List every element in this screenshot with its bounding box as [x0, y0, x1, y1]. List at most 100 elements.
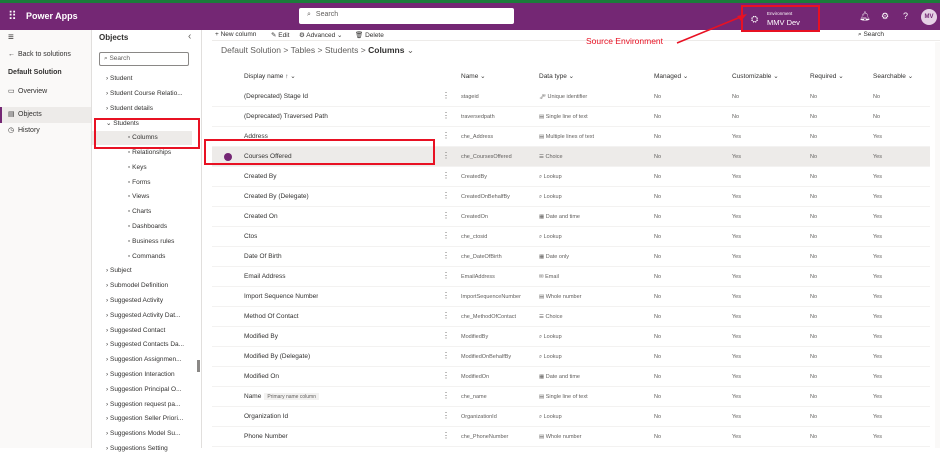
table-row[interactable]: Modified On ⋮ ModifiedOn ▦ Date and time No Y…	[212, 367, 930, 387]
hamburger-icon[interactable]: ≡	[8, 32, 14, 43]
tree-item[interactable]: ▫ Business rules	[92, 235, 192, 249]
col-managed[interactable]: Managed ⌄	[654, 72, 688, 80]
breadcrumb-tables[interactable]: Tables	[291, 45, 316, 55]
gear-icon[interactable]: ⚙	[881, 11, 889, 22]
tree-item[interactable]: › Suggested Activity Dat...	[92, 309, 192, 323]
cell-display-name[interactable]: Created By	[244, 173, 277, 180]
tree-item[interactable]: › Suggestion Seller Priori...	[92, 412, 192, 426]
col-display-name[interactable]: Display name ↑ ⌄	[244, 72, 296, 80]
col-required[interactable]: Required ⌄	[810, 72, 844, 80]
new-column-button[interactable]: + New column	[215, 31, 256, 38]
table-row[interactable]: Date Of Birth ⋮ che_DateOfBirth ▦ Date only…	[212, 247, 930, 267]
table-row[interactable]: Import Sequence Number ⋮ ImportSequenceNum…	[212, 287, 930, 307]
more-options-icon[interactable]: ⋮	[442, 251, 450, 260]
col-customizable[interactable]: Customizable ⌄	[732, 72, 779, 80]
tree-item[interactable]: › Suggestions Setting	[92, 442, 192, 456]
table-row[interactable]: Name Primary name column ⋮ che_name ▤ Single…	[212, 387, 930, 407]
cell-display-name[interactable]: Created By (Delegate)	[244, 193, 309, 200]
tree-item[interactable]: › Student	[92, 72, 192, 86]
tree-item[interactable]: › Subject	[92, 264, 192, 278]
more-options-icon[interactable]: ⋮	[442, 91, 450, 100]
cell-display-name[interactable]: Modified By	[244, 333, 278, 340]
advanced-button[interactable]: ⚙ Advanced ⌄	[299, 31, 342, 39]
delete-button[interactable]: 🗑︎ Delete	[355, 31, 384, 39]
app-launcher-icon[interactable]: ⠿	[8, 9, 17, 23]
more-options-icon[interactable]: ⋮	[442, 331, 450, 340]
cell-display-name[interactable]: Organization Id	[244, 413, 288, 420]
col-searchable[interactable]: Searchable ⌄	[873, 72, 913, 80]
tree-item[interactable]: ▫ Keys	[92, 161, 192, 175]
more-options-icon[interactable]: ⋮	[442, 371, 450, 380]
help-icon[interactable]: ?	[903, 11, 908, 21]
objects-search-input[interactable]: ⌕ Search	[99, 52, 189, 66]
nav-history[interactable]: ◷ History	[8, 126, 40, 134]
table-row[interactable]: (Deprecated) Stage Id ⋮ stageid 🗝 Unique id…	[212, 87, 930, 107]
breadcrumb-solution[interactable]: Default Solution	[221, 45, 281, 55]
cell-display-name[interactable]: Date Of Birth	[244, 253, 282, 260]
more-options-icon[interactable]: ⋮	[442, 191, 450, 200]
cell-display-name[interactable]: Ctos	[244, 233, 257, 240]
tree-item[interactable]: ▫ Commands	[92, 250, 192, 264]
tree-item[interactable]: ▫ Charts	[92, 205, 192, 219]
objects-scrollbar[interactable]	[197, 360, 200, 372]
table-row[interactable]: Ctos ⋮ che_ctosid ⌕ Lookup No Yes No Yes	[212, 227, 930, 247]
bell-icon[interactable]: 🔔︎	[859, 11, 870, 22]
tree-item[interactable]: ▫ Forms	[92, 176, 192, 190]
table-row[interactable]: (Deprecated) Traversed Path ⋮ traversedpat…	[212, 107, 930, 127]
more-options-icon[interactable]: ⋮	[442, 231, 450, 240]
global-search-input[interactable]: ⌕ Search	[299, 8, 514, 24]
collapse-panel-icon[interactable]: ‹	[188, 31, 191, 42]
tree-item[interactable]: ▫ Dashboards	[92, 220, 192, 234]
cell-display-name[interactable]: Import Sequence Number	[244, 293, 318, 300]
more-options-icon[interactable]: ⋮	[442, 431, 450, 440]
command-search[interactable]: ⌕ Search	[858, 31, 884, 39]
table-row[interactable]: Created By ⋮ CreatedBy ⌕ Lookup No Yes No Yes	[212, 167, 930, 187]
tree-item[interactable]: › Suggestion Assignmen...	[92, 353, 192, 367]
cell-display-name[interactable]: Modified On	[244, 373, 279, 380]
table-row[interactable]: Modified By ⋮ ModifiedBy ⌕ Lookup No Yes No Yes	[212, 327, 930, 347]
tree-item[interactable]: › Suggested Contact	[92, 324, 192, 338]
more-options-icon[interactable]: ⋮	[442, 391, 450, 400]
table-row[interactable]: Modified By (Delegate) ⋮ ModifiedOnBehalfB…	[212, 347, 930, 367]
more-options-icon[interactable]: ⋮	[442, 311, 450, 320]
app-name[interactable]: Power Apps	[26, 11, 78, 21]
more-options-icon[interactable]: ⋮	[442, 351, 450, 360]
breadcrumb-table[interactable]: Students	[325, 45, 359, 55]
more-options-icon[interactable]: ⋮	[442, 291, 450, 300]
table-row[interactable]: Organization Id ⋮ OrganizationId ⌕ Lookup No…	[212, 407, 930, 427]
more-options-icon[interactable]: ⋮	[442, 111, 450, 120]
cell-display-name[interactable]: Method Of Contact	[244, 313, 299, 320]
breadcrumb-current[interactable]: Columns	[368, 45, 404, 55]
more-options-icon[interactable]: ⋮	[442, 131, 450, 140]
more-options-icon[interactable]: ⋮	[442, 151, 450, 160]
table-row[interactable]: Created By (Delegate) ⋮ CreatedOnBehalfBy ⌕…	[212, 187, 930, 207]
tree-item[interactable]: › Submodel Definition	[92, 279, 192, 293]
tree-item[interactable]: › Student details	[92, 102, 192, 116]
cell-display-name[interactable]: (Deprecated) Traversed Path	[244, 113, 328, 120]
more-options-icon[interactable]: ⋮	[442, 271, 450, 280]
avatar[interactable]: MV	[921, 9, 937, 25]
col-name[interactable]: Name ⌄	[461, 72, 486, 80]
table-row[interactable]: Phone Number ⋮ che_PhoneNumber ▤ Whole numb…	[212, 427, 930, 447]
table-row[interactable]: Method Of Contact ⋮ che_MethodOfContact ☰ C…	[212, 307, 930, 327]
tree-item[interactable]: ▫ Views	[92, 190, 192, 204]
cell-display-name[interactable]: Modified By (Delegate)	[244, 353, 310, 360]
more-options-icon[interactable]: ⋮	[442, 171, 450, 180]
table-row[interactable]: Created On ⋮ CreatedOn ▦ Date and time No Yes…	[212, 207, 930, 227]
back-to-solutions-link[interactable]: ← Back to solutions	[8, 51, 71, 58]
cell-display-name[interactable]: Created On	[244, 213, 278, 220]
tree-item[interactable]: › Suggestions Model Su...	[92, 427, 192, 441]
cell-display-name[interactable]: Phone Number	[244, 433, 288, 440]
nav-overview[interactable]: ▭ Overview	[8, 87, 47, 95]
tree-item[interactable]: › Suggested Activity	[92, 294, 192, 308]
more-options-icon[interactable]: ⋮	[442, 211, 450, 220]
more-options-icon[interactable]: ⋮	[442, 411, 450, 420]
tree-item[interactable]: › Suggestion Principal O...	[92, 383, 192, 397]
tree-item[interactable]: › Suggestion Interaction	[92, 368, 192, 382]
tree-item[interactable]: › Student Course Relatio...	[92, 87, 192, 101]
chevron-down-icon[interactable]: ⌄	[407, 45, 414, 55]
cell-display-name[interactable]: (Deprecated) Stage Id	[244, 93, 308, 100]
cell-display-name[interactable]: Email Address	[244, 273, 286, 280]
tree-item[interactable]: › Suggestion request pa...	[92, 398, 192, 412]
edit-button[interactable]: ✎ Edit	[271, 31, 289, 39]
